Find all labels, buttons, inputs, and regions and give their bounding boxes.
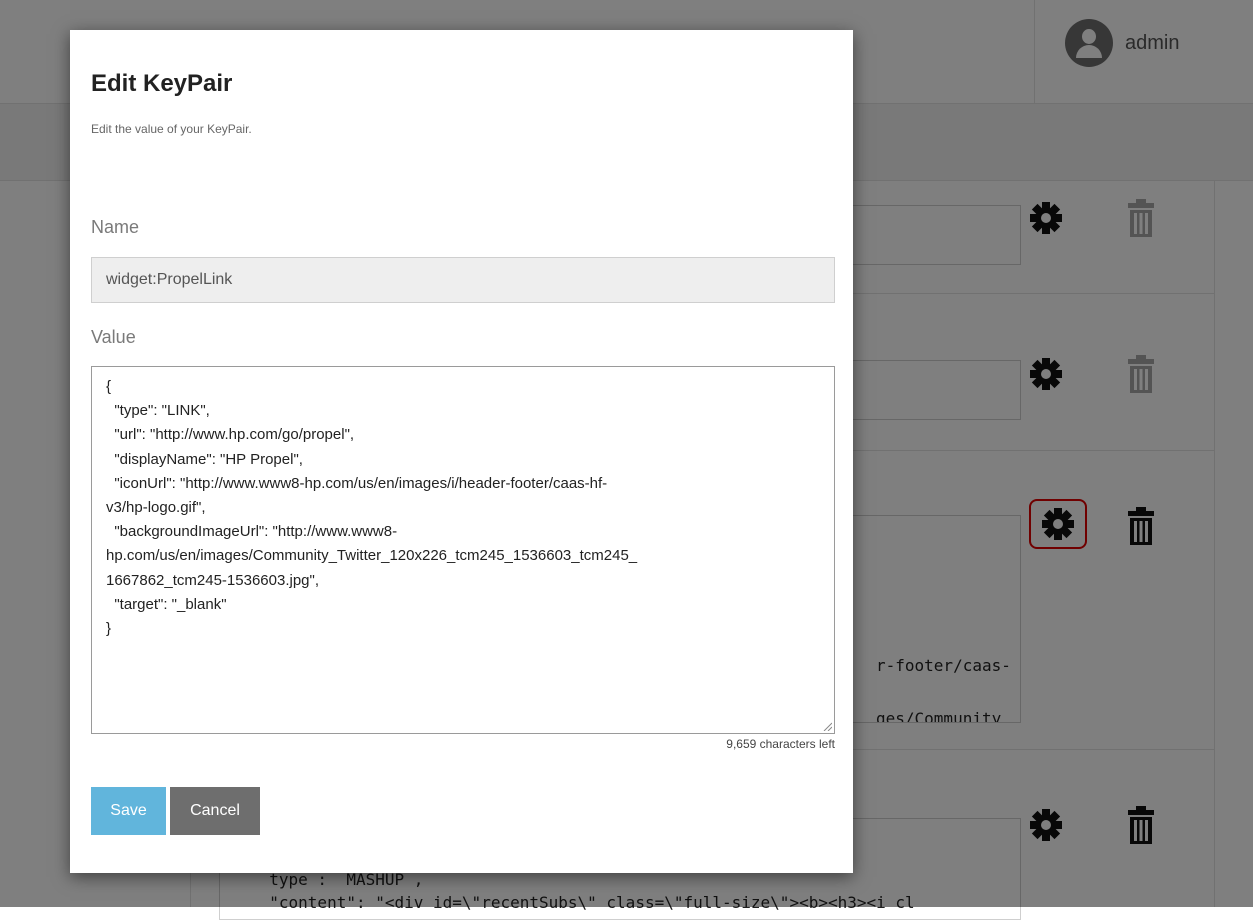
value-line: "url": "http://www.hp.com/go/propel", [106, 426, 355, 444]
name-label: Name [91, 217, 140, 237]
value-line: v3/hp-logo.gif", [106, 498, 206, 516]
dialog-title: Edit KeyPair [91, 70, 233, 97]
value-line: { [106, 378, 112, 395]
value-line: "iconUrl": "http://www.www8-hp.com/us/en… [106, 474, 608, 492]
value-textarea[interactable]: { "type": "LINK", "url": "http://www.hp.… [91, 366, 835, 734]
value-line: } [106, 619, 112, 637]
value-line: hp.com/us/en/images/Community_Twitter_12… [106, 547, 638, 565]
value-line: "type": "LINK", [106, 402, 210, 420]
edit-keypair-dialog: Edit KeyPair Edit the value of your KeyP… [70, 30, 853, 873]
value-line: "backgroundImageUrl": "http://www.www8- [106, 523, 398, 541]
characters-left-counter: 9,659 characters left [726, 737, 835, 751]
save-button[interactable]: Save [91, 787, 166, 835]
value-label: Value [91, 327, 136, 347]
value-line: "target": "_blank" [106, 595, 227, 613]
cancel-button[interactable]: Cancel [170, 787, 260, 835]
dialog-subtitle: Edit the value of your KeyPair. [91, 122, 252, 136]
value-line: "displayName": "HP Propel", [106, 450, 303, 468]
value-line: 1667862_tcm245-1536603.jpg", [106, 571, 319, 589]
resize-grip-icon[interactable] [822, 721, 832, 731]
name-field[interactable]: widget:PropelLink [91, 257, 835, 303]
